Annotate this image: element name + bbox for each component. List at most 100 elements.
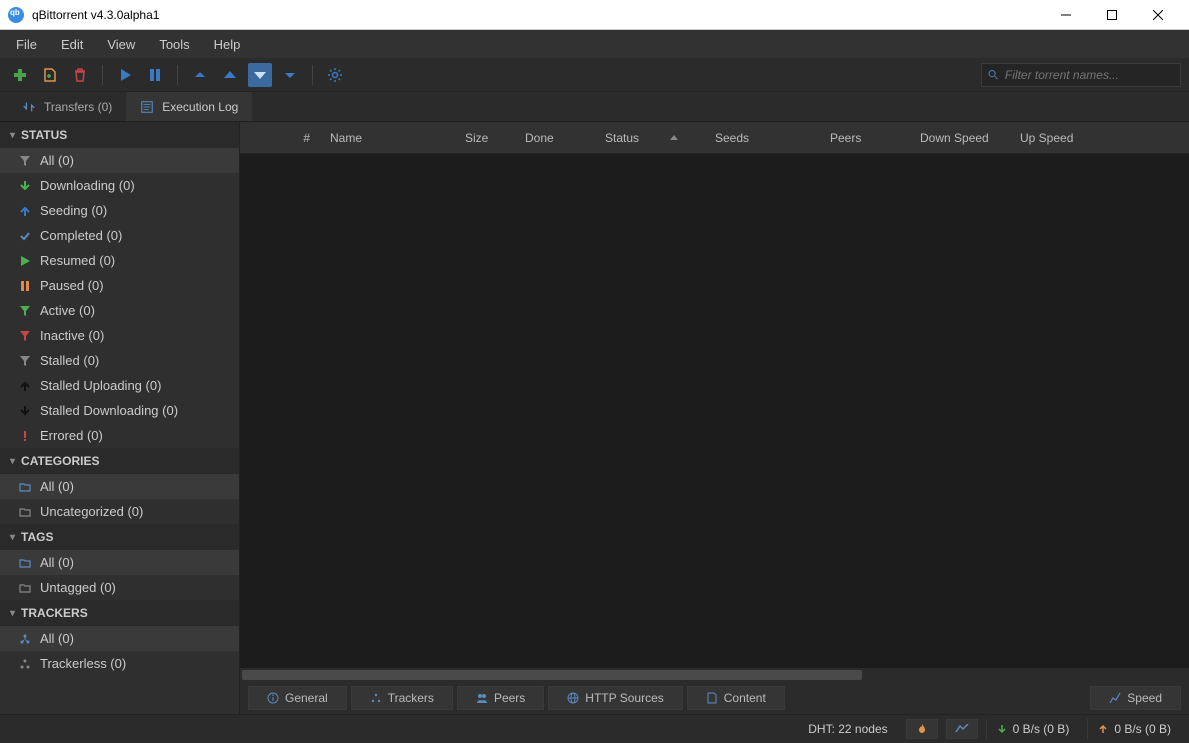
arrow-up-icon [1098,724,1108,734]
sidebar-status-active[interactable]: Active (0) [0,298,239,323]
column-name[interactable]: Name [320,131,455,145]
error-icon [18,429,32,443]
speed-icon [1109,692,1121,704]
column-done[interactable]: Done [515,131,595,145]
torrent-grid-body[interactable] [240,154,1189,668]
column-seeds[interactable]: Seeds [705,131,820,145]
people-icon [476,692,488,704]
status-dht: DHT: 22 nodes [798,719,897,739]
pause-button[interactable] [143,63,167,87]
detail-tab-general[interactable]: General [248,686,347,710]
sidebar-status-inactive[interactable]: Inactive (0) [0,323,239,348]
detail-tab-content[interactable]: Content [687,686,785,710]
sidebar-tracker-trackerless[interactable]: Trackerless (0) [0,651,239,676]
detail-tabs: General Trackers Peers HTTP Sources Cont… [240,682,1189,714]
torrent-grid-header[interactable]: # Name Size Done Status Seeds Peers Down… [240,122,1189,154]
info-icon [267,692,279,704]
tab-transfers[interactable]: Transfers (0) [8,92,126,121]
sidebar-status-stalled-downloading[interactable]: Stalled Downloading (0) [0,398,239,423]
sidebar-status-stalled-uploading[interactable]: Stalled Uploading (0) [0,373,239,398]
minimize-button[interactable] [1043,0,1089,30]
chevron-down-icon: ▾ [10,532,15,543]
statusbar: DHT: 22 nodes 0 B/s (0 B) 0 B/s (0 B) [0,714,1189,742]
sidebar-tag-all[interactable]: All (0) [0,550,239,575]
sidebar-tracker-all[interactable]: All (0) [0,626,239,651]
window-titlebar: qBittorrent v4.3.0alpha1 [0,0,1189,30]
status-firewall-button[interactable] [906,719,938,739]
search-input[interactable] [1005,68,1174,82]
menu-help[interactable]: Help [204,33,251,56]
search-box[interactable] [981,63,1181,87]
resume-button[interactable] [113,63,137,87]
sidebar-status-seeding[interactable]: Seeding (0) [0,198,239,223]
detail-tab-speed[interactable]: Speed [1090,686,1181,710]
sidebar-status-resumed[interactable]: Resumed (0) [0,248,239,273]
sidebar-category-uncategorized[interactable]: Uncategorized (0) [0,499,239,524]
folder-icon [18,505,32,519]
tab-label: Transfers (0) [44,100,112,114]
status-alt-speed-button[interactable] [946,719,978,739]
chevron-down-icon: ▾ [10,608,15,619]
sidebar-status-all[interactable]: All (0) [0,148,239,173]
add-torrent-link-button[interactable] [8,63,32,87]
sidebar[interactable]: ▾STATUS All (0) Downloading (0) Seeding … [0,122,240,714]
toolbar-separator [102,65,103,85]
sidebar-status-downloading[interactable]: Downloading (0) [0,173,239,198]
filter-icon [18,304,32,318]
transfer-icon [22,100,36,114]
status-download[interactable]: 0 B/s (0 B) [986,719,1080,739]
filter-icon [18,154,32,168]
horizontal-scrollbar[interactable] [240,668,1189,682]
menubar: File Edit View Tools Help [0,30,1189,58]
scrollbar-thumb[interactable] [242,670,862,680]
toolbar-separator [312,65,313,85]
tab-execution-log[interactable]: Execution Log [126,92,252,121]
move-up-button[interactable] [218,63,242,87]
column-up-speed[interactable]: Up Speed [1010,131,1110,145]
tab-label: Execution Log [162,100,238,114]
detail-tab-trackers[interactable]: Trackers [351,686,453,710]
detail-tab-http-sources[interactable]: HTTP Sources [548,686,682,710]
status-upload[interactable]: 0 B/s (0 B) [1087,719,1181,739]
column-size[interactable]: Size [455,131,515,145]
sidebar-trackers-header[interactable]: ▾TRACKERS [0,600,239,626]
check-icon [18,229,32,243]
pause-icon [18,279,32,293]
column-peers[interactable]: Peers [820,131,910,145]
flame-icon [916,723,928,735]
file-icon [706,692,718,704]
speed-line-icon [955,724,969,734]
sidebar-status-paused[interactable]: Paused (0) [0,273,239,298]
menu-edit[interactable]: Edit [51,33,93,56]
toolbar-separator [177,65,178,85]
play-icon [18,254,32,268]
column-down-speed[interactable]: Down Speed [910,131,1010,145]
sidebar-categories-header[interactable]: ▾CATEGORIES [0,448,239,474]
sidebar-status-header[interactable]: ▾STATUS [0,122,239,148]
column-index[interactable]: # [240,131,320,145]
menu-file[interactable]: File [6,33,47,56]
menu-view[interactable]: View [97,33,145,56]
sidebar-status-errored[interactable]: Errored (0) [0,423,239,448]
sidebar-tag-untagged[interactable]: Untagged (0) [0,575,239,600]
sidebar-tags-header[interactable]: ▾TAGS [0,524,239,550]
move-down-button[interactable] [248,63,272,87]
network-icon [18,632,32,646]
menu-tools[interactable]: Tools [149,33,199,56]
arrow-down-icon [18,404,32,418]
column-status[interactable]: Status [595,131,705,145]
move-top-button[interactable] [188,63,212,87]
sort-asc-icon [669,133,679,143]
maximize-button[interactable] [1089,0,1135,30]
arrow-up-icon [18,379,32,393]
move-bottom-button[interactable] [278,63,302,87]
detail-tab-peers[interactable]: Peers [457,686,544,710]
settings-button[interactable] [323,63,347,87]
sidebar-status-stalled[interactable]: Stalled (0) [0,348,239,373]
add-torrent-file-button[interactable] [38,63,62,87]
network-icon [370,692,382,704]
sidebar-category-all[interactable]: All (0) [0,474,239,499]
close-button[interactable] [1135,0,1181,30]
delete-button[interactable] [68,63,92,87]
sidebar-status-completed[interactable]: Completed (0) [0,223,239,248]
